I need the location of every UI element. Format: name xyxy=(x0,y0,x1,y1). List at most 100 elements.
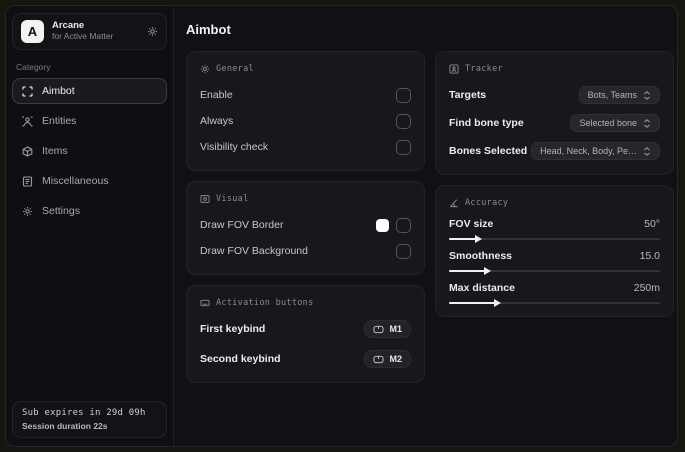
sidebar-item-label: Entities xyxy=(42,115,77,127)
panel-title: General xyxy=(216,64,254,74)
max-distance-slider[interactable] xyxy=(449,298,660,307)
panel-title: Activation buttons xyxy=(216,298,314,308)
sidebar-item-aimbot[interactable]: Aimbot xyxy=(12,78,167,104)
fov-background-checkbox[interactable] xyxy=(396,243,411,259)
gear-icon xyxy=(22,206,33,217)
scan-icon xyxy=(22,85,33,97)
setting-label: Draw FOV Border xyxy=(200,219,284,231)
angle-icon xyxy=(449,198,459,208)
page-title: Aimbot xyxy=(186,22,231,37)
dropdown-value: Selected bone xyxy=(579,118,637,128)
sidebar-item-label: Aimbot xyxy=(42,85,75,97)
panel-title: Accuracy xyxy=(465,198,509,208)
targets-dropdown[interactable]: Bots, Teams xyxy=(578,86,660,104)
visual-panel-header: Visual xyxy=(200,194,411,204)
app-window: A Arcane for Active Matter Category Aimb… xyxy=(5,5,678,447)
sidebar-item-miscellaneous[interactable]: Miscellaneous xyxy=(12,168,167,194)
panel-title: Visual xyxy=(216,194,249,204)
tracker-panel: Tracker Targets Bots, Teams Find bone ty… xyxy=(435,51,674,175)
keyboard-icon xyxy=(200,298,210,308)
accuracy-panel: Accuracy FOV size 50° Smoothness 15.0 Ma… xyxy=(435,185,674,317)
bones-selected-dropdown[interactable]: Head, Neck, Body, Pe… xyxy=(531,142,660,160)
fov-border-color-swatch[interactable] xyxy=(376,218,389,232)
setting-row-visibility-check: Visibility check xyxy=(200,136,411,158)
list-icon xyxy=(22,175,33,187)
setting-row-fov-border: Draw FOV Border xyxy=(200,214,411,236)
activation-panel: Activation buttons First keybind M1 Seco… xyxy=(186,285,425,383)
setting-label: Draw FOV Background xyxy=(200,245,308,257)
general-panel: General Enable Always Visibility check xyxy=(186,51,425,171)
setting-label: Max distance xyxy=(449,282,515,294)
app-subtitle: for Active Matter xyxy=(52,31,114,42)
keybind-value: M1 xyxy=(389,324,402,334)
main-content: Aimbot General Enable Always Visibility … xyxy=(174,6,677,446)
slider-fill xyxy=(449,234,483,243)
gear-icon xyxy=(200,64,210,74)
eye-icon xyxy=(200,194,210,204)
slider-value: 50° xyxy=(644,218,660,230)
general-panel-header: General xyxy=(200,64,411,74)
slider-value: 15.0 xyxy=(639,250,660,262)
visibility-check-checkbox[interactable] xyxy=(396,139,411,155)
setting-label: Enable xyxy=(200,89,233,101)
sidebar-item-settings[interactable]: Settings xyxy=(12,198,167,224)
setting-row-targets: Targets Bots, Teams xyxy=(449,84,660,106)
mouse-icon xyxy=(373,325,385,334)
smoothness-slider-block: Smoothness 15.0 xyxy=(449,250,660,275)
dropdown-value: Head, Neck, Body, Pe… xyxy=(540,146,637,156)
fov-size-slider[interactable] xyxy=(449,234,660,243)
category-label: Category xyxy=(16,62,51,72)
left-column: General Enable Always Visibility check V… xyxy=(186,51,425,383)
target-person-icon xyxy=(449,64,459,74)
setting-row-second-keybind: Second keybind M2 xyxy=(200,348,411,370)
setting-row-enable: Enable xyxy=(200,84,411,106)
sidebar-nav: Aimbot Entities Items Miscellaneous Sett… xyxy=(12,78,167,224)
sidebar-item-items[interactable]: Items xyxy=(12,138,167,164)
slider-thumb[interactable] xyxy=(494,298,502,307)
setting-row-first-keybind: First keybind M1 xyxy=(200,318,411,340)
dropdown-value: Bots, Teams xyxy=(587,90,637,100)
unfold-icon xyxy=(643,118,651,128)
gear-icon[interactable] xyxy=(147,26,158,37)
unfold-icon xyxy=(643,90,651,100)
fov-border-checkbox[interactable] xyxy=(396,217,411,233)
slider-thumb[interactable] xyxy=(483,266,491,275)
setting-label: First keybind xyxy=(200,323,266,335)
sidebar-item-entities[interactable]: Entities xyxy=(12,108,167,134)
tracker-panel-header: Tracker xyxy=(449,64,660,74)
setting-label: Bones Selected xyxy=(449,145,528,157)
sidebar-item-label: Settings xyxy=(42,205,80,217)
setting-label: Targets xyxy=(449,89,487,101)
setting-label: Always xyxy=(200,115,234,127)
visual-panel: Visual Draw FOV Border Draw FOV Backgrou… xyxy=(186,181,425,275)
sub-expires-text: Sub expires in 29d 09h xyxy=(22,408,146,418)
fov-size-slider-block: FOV size 50° xyxy=(449,218,660,243)
panel-title: Tracker xyxy=(465,64,503,74)
mouse-icon xyxy=(373,355,385,364)
setting-label: FOV size xyxy=(449,218,494,230)
always-checkbox[interactable] xyxy=(396,113,411,129)
unfold-icon xyxy=(643,146,651,156)
setting-label: Visibility check xyxy=(200,141,269,153)
activation-panel-header: Activation buttons xyxy=(200,298,411,308)
brand-card: A Arcane for Active Matter xyxy=(12,13,167,50)
enable-checkbox[interactable] xyxy=(396,87,411,103)
slider-thumb[interactable] xyxy=(475,234,483,243)
setting-label: Second keybind xyxy=(200,353,281,365)
cube-icon xyxy=(22,145,33,157)
setting-row-always: Always xyxy=(200,110,411,132)
right-column: Tracker Targets Bots, Teams Find bone ty… xyxy=(435,51,674,317)
second-keybind-button[interactable]: M2 xyxy=(364,350,411,368)
slider-value: 250m xyxy=(633,282,660,294)
max-distance-slider-block: Max distance 250m xyxy=(449,282,660,307)
slider-fill xyxy=(449,266,491,275)
brand-text: Arcane for Active Matter xyxy=(52,20,139,42)
setting-row-fov-background: Draw FOV Background xyxy=(200,240,411,262)
setting-row-find-bone-type: Find bone type Selected bone xyxy=(449,112,660,134)
smoothness-slider[interactable] xyxy=(449,266,660,275)
entities-icon xyxy=(22,116,33,127)
sidebar-item-label: Miscellaneous xyxy=(42,175,109,187)
first-keybind-button[interactable]: M1 xyxy=(364,320,411,338)
setting-label: Find bone type xyxy=(449,117,524,129)
find-bone-type-dropdown[interactable]: Selected bone xyxy=(570,114,660,132)
